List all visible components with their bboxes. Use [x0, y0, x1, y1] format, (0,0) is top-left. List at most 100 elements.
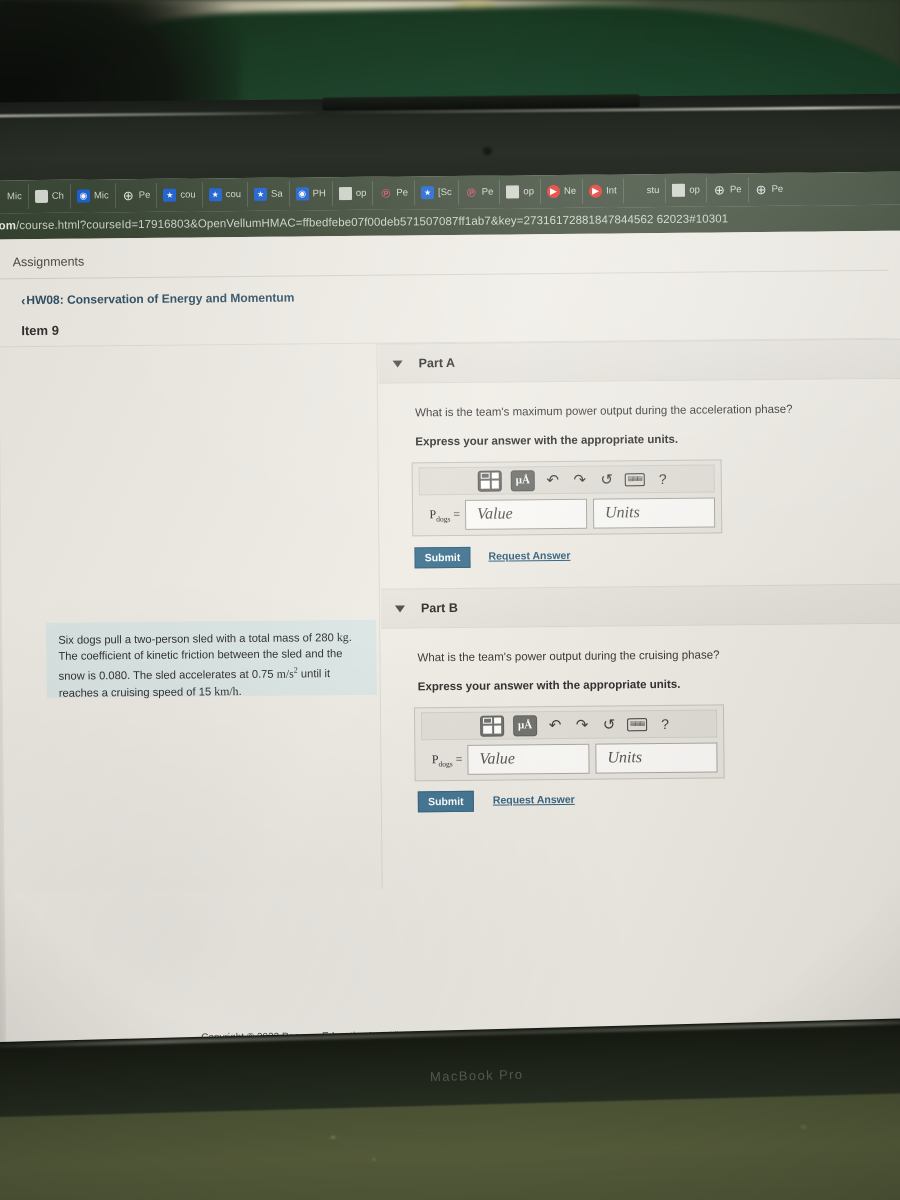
teal-app-icon [34, 189, 48, 203]
browser-tab[interactable]: ⊕ Pe [115, 182, 158, 209]
problem-line-2: The coefficient of kinetic friction betw… [58, 647, 343, 663]
star-icon: ★ [420, 186, 435, 200]
keyboard-icon[interactable]: ▤▤▤ [627, 717, 648, 731]
part-header-b[interactable]: Part B [380, 583, 900, 629]
units-icon[interactable]: μÅ [510, 469, 535, 491]
breadcrumb[interactable]: ‹ HW08: Conservation of Energy and Momen… [21, 290, 295, 308]
browser-tab[interactable]: op [332, 180, 374, 207]
book-icon [506, 185, 520, 199]
browser-tab-label: cou [225, 189, 242, 201]
collapse-caret-icon-b[interactable] [394, 604, 406, 613]
part-b-answer-row: Pdogs = Value Units [421, 741, 718, 776]
math-template-icon[interactable] [477, 470, 502, 492]
assignments-nav-bar[interactable]: Assignments [0, 236, 889, 280]
pinterest-icon: ℗ [381, 186, 391, 201]
browser-tab[interactable]: ⊕ Pe [706, 177, 749, 203]
browser-tab-label: Ne [563, 185, 577, 197]
book-icon [338, 186, 352, 201]
browser-tab[interactable]: ◉ PH [289, 181, 333, 207]
webcam-icon [483, 147, 492, 155]
part-a-question: What is the team's maximum power output … [415, 403, 793, 420]
breadcrumb-label: HW08: Conservation of Energy and Momentu… [26, 290, 295, 308]
problem-unit-accel: m/s2 [276, 665, 298, 681]
browser-tab[interactable]: ℗ Pe [373, 180, 416, 206]
problem-line-3: snow is 0.080. The sled accelerates at 0… [58, 668, 277, 683]
blue-app-icon: ◉ [76, 189, 91, 203]
collapse-caret-icon-a[interactable] [392, 359, 403, 368]
help-icon[interactable]: ? [656, 715, 674, 733]
help-icon[interactable]: ? [654, 470, 672, 488]
part-b-math-toolbar[interactable]: μÅ ↶ ↷ ↺ ▤▤▤ ? [420, 709, 718, 741]
part-b-answer-box: μÅ ↶ ↷ ↺ ▤▤▤ ? Pdogs = Value Units [413, 704, 725, 782]
laptop-screen: Mic Ch ◉ Mic ⊕ Pe ★ cou ★ cou ★ Sa ◉ PH op ℗ Pe ★ [Sc ℗ Pe op… [0, 171, 900, 1047]
browser-tab[interactable]: Ch [28, 183, 72, 210]
browser-tab[interactable]: op [666, 177, 708, 203]
part-a-math-toolbar[interactable]: μÅ ↶ ↷ ↺ ▤▤▤ ? [418, 464, 715, 496]
browser-tab[interactable]: ★ cou [157, 182, 203, 208]
reset-icon[interactable]: ↺ [600, 715, 618, 733]
browser-tab[interactable]: ★ cou [202, 181, 249, 208]
browser-tab[interactable]: op [500, 179, 542, 205]
browser-tab-label: op [523, 186, 535, 198]
browser-tab-label: stu [646, 185, 660, 197]
browser-tab[interactable]: ℗ Pe [458, 179, 501, 205]
star-icon: ★ [163, 188, 177, 202]
globe-icon: ⊕ [755, 181, 767, 198]
part-a-request-answer-link[interactable]: Request Answer [488, 550, 570, 563]
part-a-answer-row: Pdogs = Value Units [419, 496, 716, 531]
part-a-value-input[interactable]: Value [464, 498, 588, 530]
units-icon[interactable]: μÅ [513, 714, 538, 736]
browser-tab[interactable]: ◉ Mic [70, 183, 116, 209]
desk-speck [372, 1158, 376, 1161]
part-label-b: Part B [420, 600, 458, 616]
blue-app-icon: ◉ [295, 187, 309, 201]
part-b-instruction: Express your answer with the appropriate… [417, 678, 681, 694]
url-domain: e.com [0, 220, 17, 233]
youtube-icon: ▶ [589, 184, 603, 198]
browser-tab[interactable]: stu [623, 177, 667, 204]
undo-icon[interactable]: ↶ [546, 716, 564, 734]
problem-unit-kmh: km/h [214, 683, 239, 698]
redo-icon[interactable]: ↷ [571, 471, 589, 489]
undo-icon[interactable]: ↶ [544, 471, 562, 489]
page-content: Assignments ‹ HW08: Conservation of Ener… [0, 230, 900, 1046]
part-b-request-answer-link[interactable]: Request Answer [493, 794, 575, 807]
desk-speck [330, 1136, 336, 1139]
browser-tab[interactable]: ▶ Ne [540, 178, 584, 205]
part-b-submit-button[interactable]: Submit [417, 790, 474, 813]
photo-of-laptop-screen: Mic Ch ◉ Mic ⊕ Pe ★ cou ★ cou ★ Sa ◉ PH op ℗ Pe ★ [Sc ℗ Pe op… [0, 0, 900, 1200]
part-a-submit-button[interactable]: Submit [414, 546, 471, 569]
star-icon: ★ [253, 187, 268, 201]
star-icon: ★ [208, 188, 222, 202]
part-b-value-input[interactable]: Value [467, 743, 590, 775]
part-a-units-input[interactable]: Units [592, 497, 716, 529]
page-title: Item 9 [21, 322, 59, 339]
part-header-a[interactable]: Part A [378, 338, 900, 384]
math-template-icon[interactable] [480, 715, 505, 737]
browser-tab[interactable]: ★ [Sc [414, 179, 459, 206]
part-b-units-input[interactable]: Units [595, 742, 718, 774]
browser-tab-label: Pe [729, 184, 742, 196]
globe-icon: ⊕ [122, 188, 134, 204]
redo-icon[interactable]: ↷ [573, 716, 591, 734]
browser-tab[interactable]: ★ Sa [247, 181, 290, 207]
browser-tab-label: [Sc [437, 186, 452, 199]
keyboard-icon[interactable]: ▤▤▤ [624, 472, 645, 486]
assignments-label: Assignments [12, 254, 85, 269]
browser-tab[interactable]: ▶ Int [583, 178, 624, 204]
reset-icon[interactable]: ↺ [598, 470, 616, 488]
browser-tab-label: cou [180, 189, 196, 201]
browser-tab[interactable]: Mic [0, 184, 29, 210]
problem-line-3b: until it [297, 668, 331, 681]
browser-tab-label: Sa [270, 188, 283, 200]
problem-line-4: reaches a cruising speed of 15 [58, 685, 215, 700]
browser-tab-label: Mic [6, 191, 22, 203]
problem-line-1: Six dogs pull a two-person sled with a t… [58, 632, 337, 647]
browser-tab-label: Pe [396, 187, 409, 199]
browser-tab-label: Pe [771, 183, 784, 195]
problem-statement-text: Six dogs pull a two-person sled with a t… [58, 630, 365, 702]
macbook-brand-text: MacBook Pro [429, 1066, 524, 1085]
browser-tab[interactable]: ⊕ Pe [748, 177, 789, 202]
problem-statement-box: Six dogs pull a two-person sled with a t… [46, 619, 377, 699]
part-a-instruction: Express your answer with the appropriate… [415, 433, 679, 449]
